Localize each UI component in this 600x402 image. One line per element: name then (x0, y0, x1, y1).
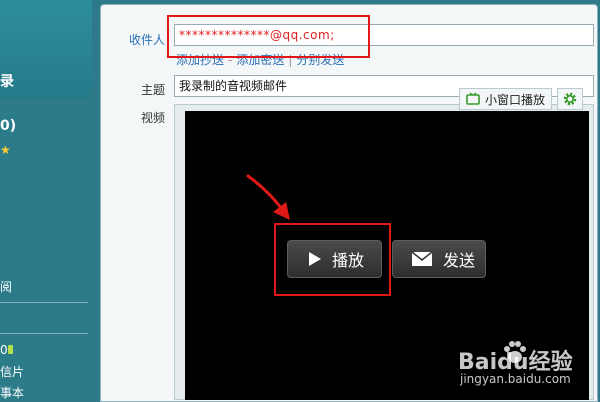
tv-icon (466, 92, 480, 105)
sidebar-folder-panel (0, 107, 92, 400)
battery-icon (8, 345, 13, 354)
sidebar-item-count[interactable]: 0 (0, 343, 8, 357)
small-window-play-label: 小窗口播放 (485, 92, 546, 107)
subject-label: 主题 (140, 83, 165, 97)
envelope-icon (411, 251, 433, 266)
arrow-annotation-icon (246, 174, 290, 220)
recipient-highlight-box (167, 15, 370, 58)
sidebar-divider (0, 333, 88, 334)
gear-icon (563, 92, 577, 106)
left-sidebar: 录 0) ★ 阅 0 信片 事本 (0, 0, 100, 400)
sidebar-unread-count[interactable]: 0) (0, 119, 16, 133)
sidebar-item-postcard[interactable]: 信片 (0, 365, 24, 379)
send-label: 发送 (443, 251, 476, 270)
star-icon[interactable]: ★ (0, 143, 11, 157)
subject-value: 我录制的音视频邮件 (179, 79, 288, 93)
paw-logo-icon (504, 341, 526, 363)
small-window-play-button[interactable]: 小窗口播放 (459, 88, 553, 110)
sidebar-divider (0, 302, 88, 303)
settings-button[interactable] (557, 88, 583, 110)
play-highlight-box (274, 223, 391, 296)
sidebar-title[interactable]: 录 (0, 75, 14, 89)
watermark-url: jingyan.baidu.com (460, 372, 571, 386)
sidebar-item-notepad[interactable]: 事本 (0, 386, 24, 400)
sidebar-item-read[interactable]: 阅 (0, 280, 12, 294)
send-button[interactable]: 发送 (392, 240, 486, 278)
video-label: 视频 (140, 111, 165, 125)
recipient-label[interactable]: 收件人 (105, 31, 165, 48)
